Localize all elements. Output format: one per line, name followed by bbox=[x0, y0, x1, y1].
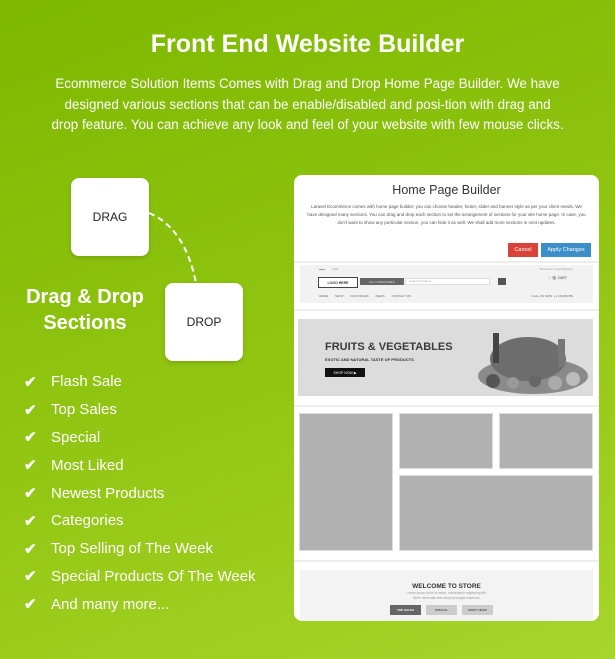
feature-item: ✔ Most Liked bbox=[24, 451, 256, 479]
feature-label: Flash Sale bbox=[51, 373, 122, 391]
builder-description: Laravel Ecommerce comes with home page b… bbox=[307, 204, 586, 225]
feature-label: Categories bbox=[51, 512, 124, 530]
check-icon: ✔ bbox=[24, 540, 37, 558]
feature-label: Newest Products bbox=[51, 484, 165, 502]
nav-item[interactable]: INFO PAGES bbox=[351, 294, 369, 298]
feature-item: ✔ Special Products Of The Week bbox=[24, 563, 256, 591]
fruit-basket-image bbox=[478, 333, 588, 394]
tab-special[interactable]: SPECIAL bbox=[426, 605, 457, 615]
tab-top-sales[interactable]: TOP SALES bbox=[390, 605, 421, 615]
builder-title: Home Page Builder bbox=[392, 183, 501, 197]
feature-list: ✔ Flash Sale ✔ Top Sales ✔ Special ✔ Most Li… bbox=[24, 368, 256, 618]
welcome-text-line: Morbi venenatis felis tempus feugiat max… bbox=[412, 596, 481, 600]
heading-line-1: Drag & Drop bbox=[26, 286, 144, 308]
check-icon: ✔ bbox=[24, 568, 37, 586]
check-icon: ✔ bbox=[24, 429, 37, 447]
cart[interactable]: ♡ 🛍 CART bbox=[548, 276, 567, 280]
nav-item[interactable]: NEWS bbox=[376, 294, 385, 298]
welcome-text: Lorem ipsum dolor sit amet, consectetur … bbox=[300, 591, 593, 601]
drop-label: DROP bbox=[186, 315, 222, 329]
feature-item: ✔ Categories bbox=[24, 507, 256, 535]
phone-number: CALL US NOW: +1 123456789 bbox=[531, 294, 573, 298]
feature-item: ✔ Special bbox=[24, 424, 256, 452]
flag-icon: ▬▬ bbox=[319, 267, 325, 271]
divider bbox=[294, 261, 599, 263]
feature-label: Most Liked bbox=[51, 456, 124, 474]
check-icon: ✔ bbox=[24, 485, 37, 503]
grid-block bbox=[299, 413, 393, 551]
drag-label: DRAG bbox=[92, 210, 128, 224]
welcome-login[interactable]: Welcome! Login/Register bbox=[540, 267, 573, 271]
currency-selector[interactable]: USD bbox=[332, 267, 338, 271]
feature-item: ✔ Newest Products bbox=[24, 479, 256, 507]
cart-label: CART bbox=[557, 276, 568, 280]
header-topbar: ▬▬ USD Welcome! Login/Register bbox=[300, 265, 593, 273]
check-icon: ✔ bbox=[24, 512, 37, 530]
nav-item[interactable]: CONTACT US bbox=[392, 294, 411, 298]
check-icon: ✔ bbox=[24, 457, 37, 475]
header-section-preview[interactable]: ▬▬ USD Welcome! Login/Register LOGO HERE… bbox=[300, 265, 593, 303]
apply-changes-button[interactable]: Apply Changes bbox=[541, 243, 591, 257]
heading-line-2: Sections bbox=[43, 312, 127, 334]
drag-drop-heading: Drag & Drop Sections bbox=[15, 284, 155, 336]
shop-now-button[interactable]: SHOP NOW ▶ bbox=[325, 368, 365, 377]
check-icon: ✔ bbox=[24, 596, 37, 614]
home-page-builder-panel: Home Page Builder Laravel Ecommerce come… bbox=[294, 175, 599, 621]
nav-bar: HOME SHOP INFO PAGES NEWS CONTACT US CAL… bbox=[300, 291, 593, 301]
product-tabs: TOP SALES SPECIAL MOST LIKED bbox=[390, 605, 493, 615]
cart-icon: 🛍 bbox=[552, 276, 557, 280]
banner-heading: FRUITS & VEGETABLES bbox=[325, 341, 453, 353]
tab-most-liked[interactable]: MOST LIKED bbox=[462, 605, 493, 615]
feature-label: Top Selling of The Week bbox=[51, 540, 214, 558]
cancel-button[interactable]: Cancel bbox=[508, 243, 538, 257]
all-categories-dropdown[interactable]: ALL CATEGORIES bbox=[360, 278, 404, 285]
feature-label: Top Sales bbox=[51, 401, 117, 419]
feature-label: Special bbox=[51, 428, 101, 446]
logo: LOGO HERE bbox=[318, 277, 358, 288]
feature-item: ✔ And many more... bbox=[24, 590, 256, 618]
heart-icon: ♡ bbox=[548, 276, 552, 280]
feature-item: ✔ Top Sales bbox=[24, 396, 256, 424]
feature-item: ✔ Top Selling of The Week bbox=[24, 535, 256, 563]
welcome-section-preview[interactable]: WELCOME TO STORE Lorem ipsum dolor sit a… bbox=[300, 570, 593, 621]
welcome-heading: WELCOME TO STORE bbox=[412, 583, 481, 590]
check-icon: ✔ bbox=[24, 401, 37, 419]
check-icon: ✔ bbox=[24, 373, 37, 391]
drag-box[interactable]: DRAG bbox=[71, 178, 149, 256]
banner-subheading: EXOTIC AND NATURAL TASTE OF PRODUCTS bbox=[325, 357, 414, 362]
grid-block bbox=[399, 413, 493, 469]
drop-box[interactable]: DROP bbox=[165, 283, 243, 361]
search-button[interactable] bbox=[498, 278, 506, 285]
category-grid-preview[interactable] bbox=[298, 413, 593, 553]
search-input[interactable]: Search Products... bbox=[405, 278, 490, 285]
divider bbox=[294, 309, 599, 311]
divider bbox=[294, 560, 599, 562]
feature-label: Special Products Of The Week bbox=[51, 567, 256, 585]
banner-section-preview[interactable]: FRUITS & VEGETABLES EXOTIC AND NATURAL T… bbox=[298, 319, 593, 396]
feature-label: And many more... bbox=[51, 595, 170, 613]
grid-block bbox=[399, 475, 593, 551]
nav-item[interactable]: HOME bbox=[319, 294, 328, 298]
grid-block bbox=[499, 413, 593, 469]
nav-item[interactable]: SHOP bbox=[335, 294, 344, 298]
feature-item: ✔ Flash Sale bbox=[24, 368, 256, 396]
divider bbox=[294, 405, 599, 407]
